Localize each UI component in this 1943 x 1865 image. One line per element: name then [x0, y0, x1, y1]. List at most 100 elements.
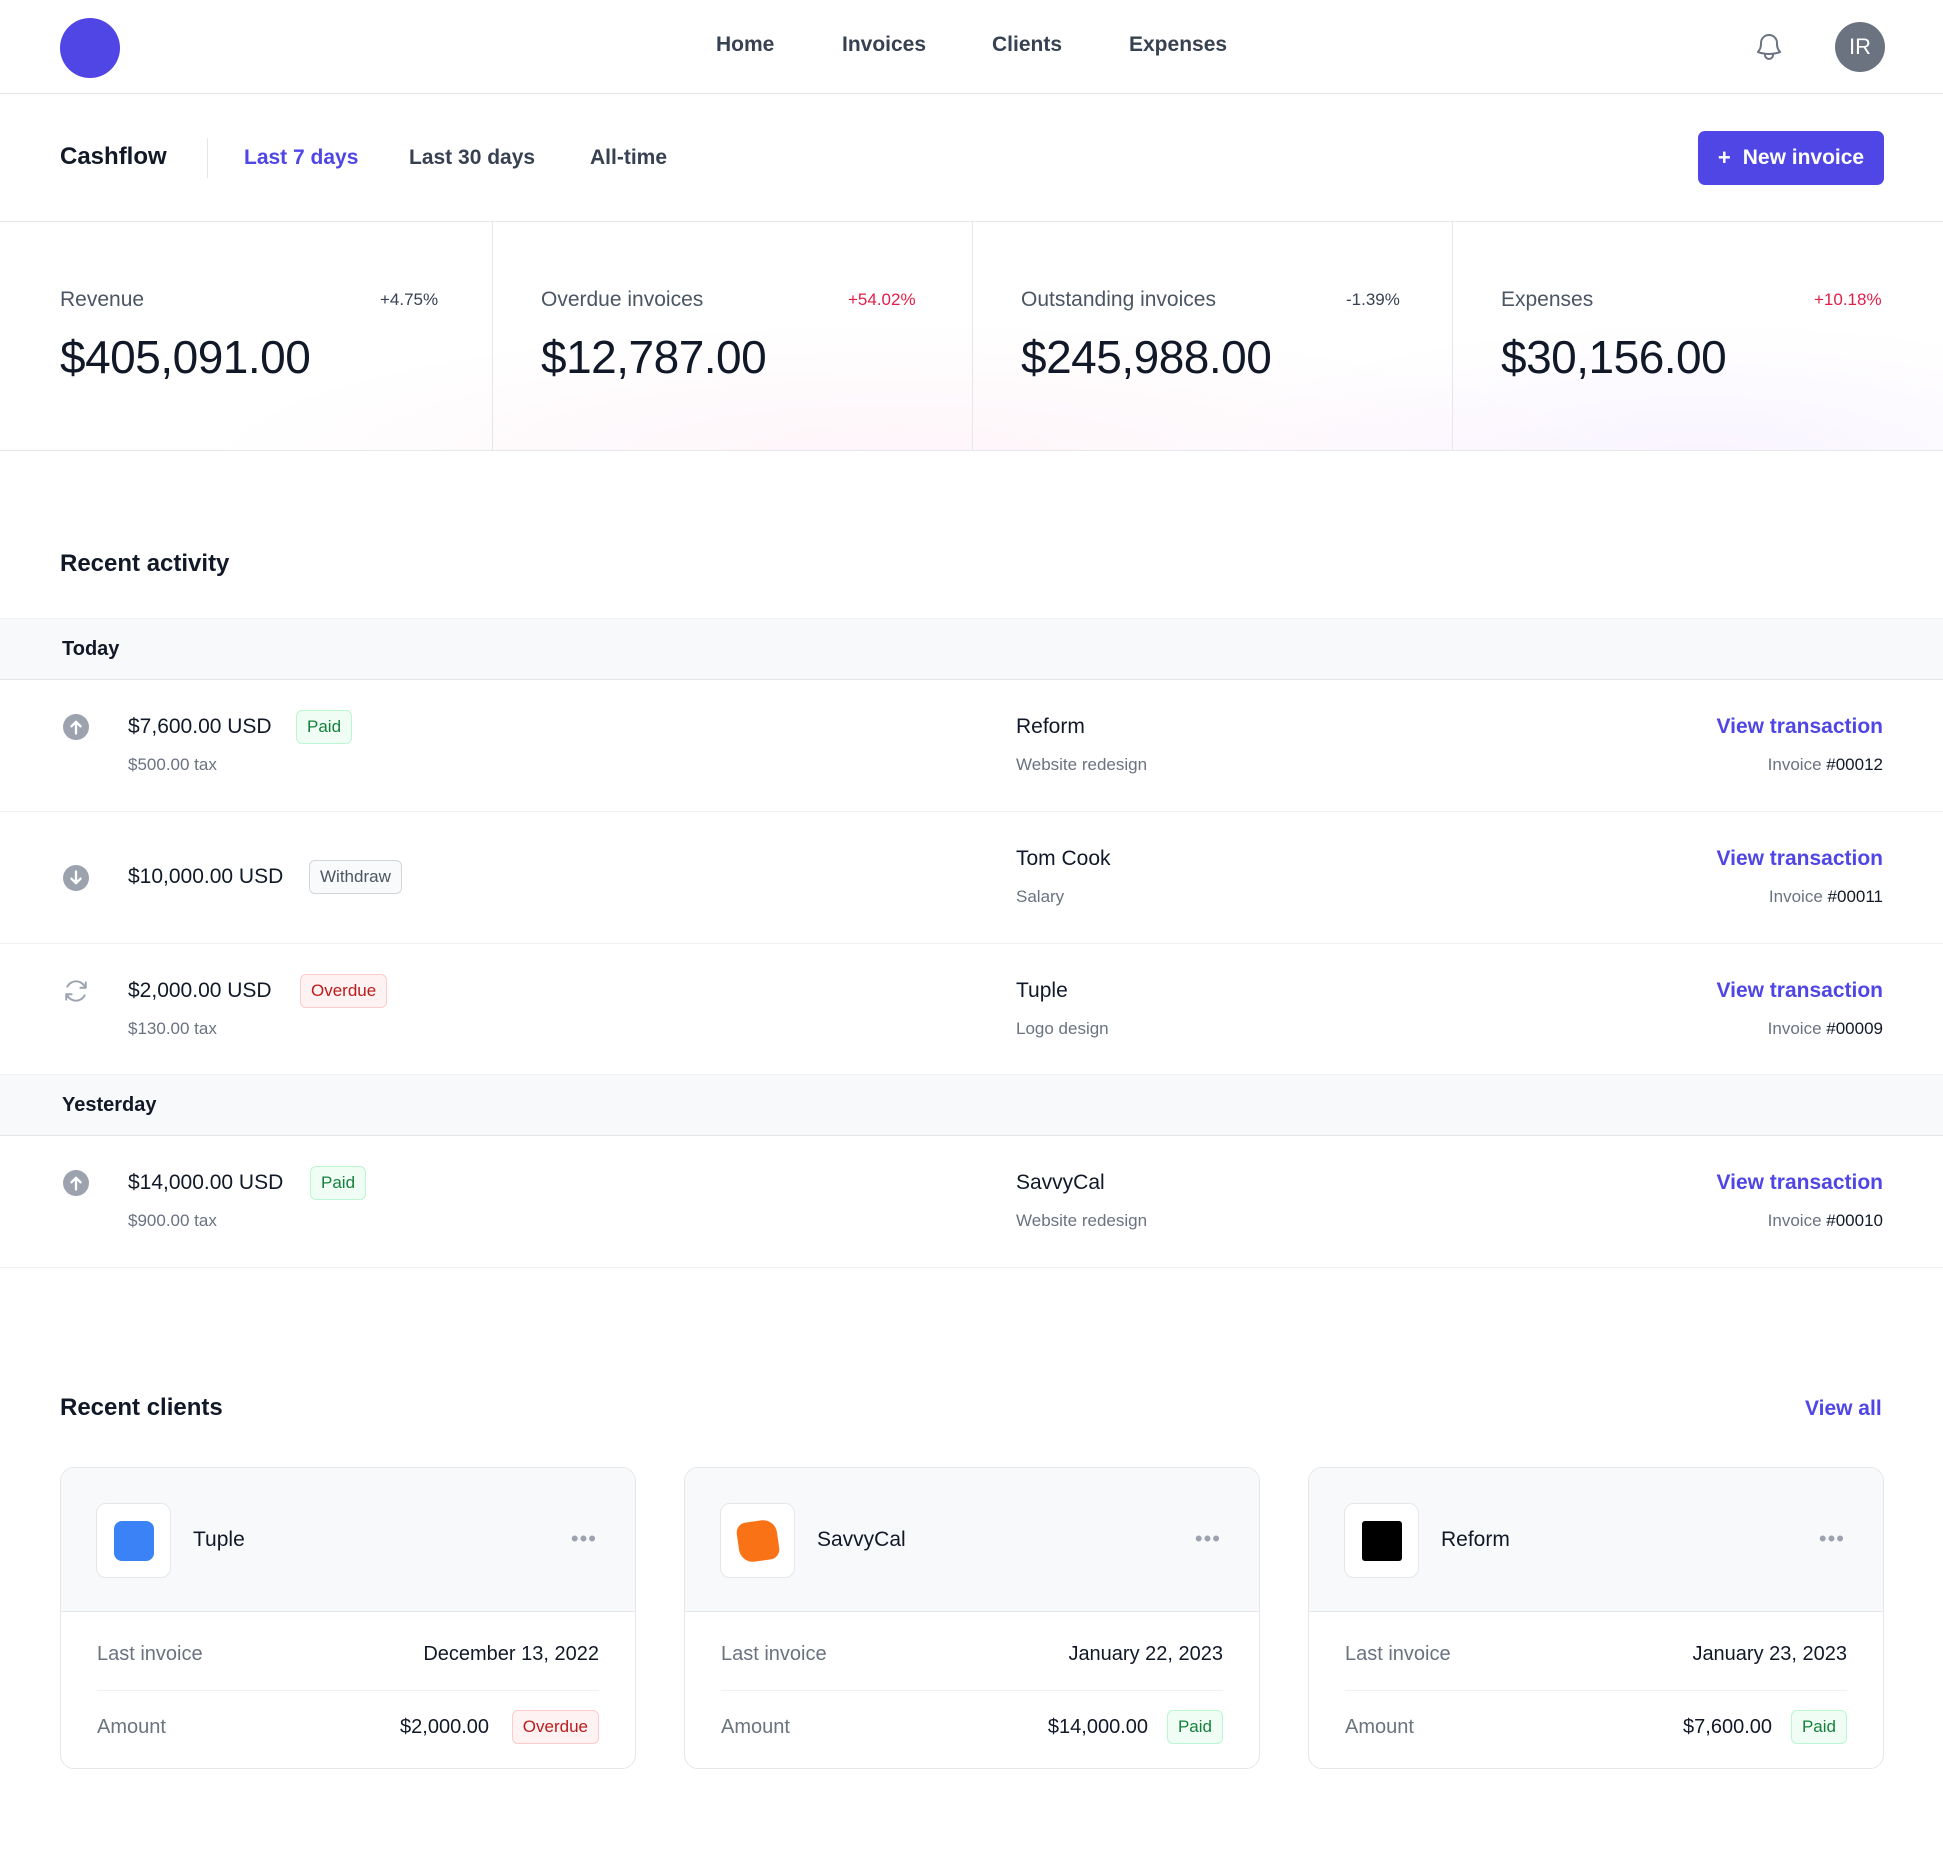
transaction-description: Logo design [1016, 1019, 1109, 1038]
client-name: Reform [1441, 1528, 1510, 1551]
last-invoice-label: Last invoice [721, 1643, 827, 1665]
top-navbar: Home Invoices Clients Expenses IR [0, 0, 1943, 94]
activity-row: $10,000.00 USD Withdraw Tom Cook Salary … [0, 812, 1943, 944]
nav-home[interactable]: Home [716, 33, 774, 57]
stat-label: Overdue invoices [541, 288, 704, 311]
amount-label: Amount [721, 1716, 790, 1738]
stat-expenses: Expenses +10.18% $30,156.00 [1501, 222, 1943, 451]
more-options-icon[interactable]: ••• [1195, 1526, 1221, 1552]
recent-clients-title: Recent clients [60, 1394, 223, 1421]
more-options-icon[interactable]: ••• [1819, 1526, 1845, 1552]
more-options-icon[interactable]: ••• [571, 1526, 597, 1552]
transaction-tax: $900.00 tax [128, 1211, 217, 1230]
client-logo [1344, 1503, 1419, 1578]
day-label: Yesterday [62, 1094, 157, 1116]
client-amount: $7,600.00 [1683, 1716, 1772, 1738]
invoice-label: Invoice [1767, 1019, 1822, 1038]
transaction-tax: $130.00 tax [128, 1019, 217, 1038]
status-badge: Overdue [300, 974, 388, 1008]
view-transaction-link[interactable]: View transaction [1716, 979, 1883, 1003]
nav-expenses[interactable]: Expenses [1129, 33, 1227, 57]
invoice-id: #00009 [1826, 1019, 1883, 1038]
client-card-header: SavvyCal ••• [685, 1468, 1259, 1612]
status-badge: Overdue [511, 1710, 599, 1744]
invoice-number: Invoice #00009 [1768, 1019, 1883, 1039]
stat-value: $245,988.00 [1021, 331, 1272, 383]
last-invoice-date: December 13, 2022 [423, 1643, 599, 1665]
amount-label: Amount [97, 1716, 166, 1738]
reform-logo-mark [1362, 1521, 1402, 1561]
view-transaction-link[interactable]: View transaction [1716, 847, 1883, 871]
period-all-time[interactable]: All-time [590, 146, 667, 170]
card-divider [1345, 1690, 1847, 1691]
amount-label: Amount [1345, 1716, 1414, 1738]
refresh-icon [65, 980, 87, 1002]
stat-divider [492, 222, 493, 451]
status-badge: Paid [296, 710, 353, 744]
transaction-amount: $7,600.00 USD [128, 715, 272, 738]
client-name: SavvyCal [1016, 1171, 1105, 1194]
tuple-logo-mark [114, 1521, 154, 1561]
status-badge: Withdraw [309, 860, 402, 894]
stat-divider [1452, 222, 1453, 451]
stat-value: $405,091.00 [60, 331, 311, 383]
activity-row: $14,000.00 USD Paid $900.00 tax SavvyCal… [0, 1136, 1943, 1268]
page-title: Cashflow [60, 143, 167, 170]
nav-clients[interactable]: Clients [992, 33, 1062, 57]
activity-row: $2,000.00 USD Overdue $130.00 tax Tuple … [0, 944, 1943, 1076]
nav-invoices[interactable]: Invoices [842, 33, 926, 57]
client-name: Tuple [1016, 979, 1068, 1002]
card-divider [721, 1690, 1223, 1691]
view-transaction-link[interactable]: View transaction [1716, 1171, 1883, 1195]
bell-icon[interactable] [1753, 30, 1785, 64]
last-invoice-date: January 22, 2023 [1068, 1643, 1223, 1665]
last-invoice-label: Last invoice [1345, 1643, 1451, 1665]
client-amount: $2,000.00 [400, 1716, 489, 1738]
new-invoice-label: New invoice [1742, 146, 1865, 169]
stat-change: +4.75% [380, 290, 439, 309]
transaction-amount: $2,000.00 USD [128, 979, 272, 1002]
arrow-up-circle-icon [63, 714, 89, 740]
stat-change: +54.02% [848, 290, 916, 309]
invoice-label: Invoice [1767, 1211, 1822, 1230]
period-last-30-days[interactable]: Last 30 days [409, 146, 535, 170]
activity-row: $7,600.00 USD Paid $500.00 tax Reform We… [0, 680, 1943, 812]
new-invoice-button[interactable]: + New invoice [1698, 131, 1884, 185]
plus-icon: + [1717, 145, 1731, 170]
user-avatar[interactable]: IR [1835, 22, 1885, 72]
day-header-yesterday: Yesterday [0, 1074, 1943, 1136]
transaction-tax: $500.00 tax [128, 755, 217, 774]
transaction-amount: $10,000.00 USD [128, 865, 284, 888]
invoice-number: Invoice #00012 [1768, 755, 1883, 775]
main-nav: Home Invoices Clients Expenses [0, 0, 1943, 94]
stats-panel: Revenue +4.75% $405,091.00 Overdue invoi… [0, 222, 1943, 451]
invoice-id: #00011 [1827, 887, 1883, 906]
view-transaction-link[interactable]: View transaction [1716, 715, 1883, 739]
client-card: Reform ••• Last invoice January 23, 2023… [1308, 1467, 1884, 1769]
stat-value: $12,787.00 [541, 331, 767, 383]
stat-value: $30,156.00 [1501, 331, 1727, 383]
view-all-link[interactable]: View all [1805, 1397, 1882, 1421]
invoice-number: Invoice #00011 [1769, 887, 1883, 907]
client-name: SavvyCal [817, 1528, 906, 1551]
period-last-7-days[interactable]: Last 7 days [244, 146, 358, 170]
stat-change: +10.18% [1814, 290, 1882, 309]
transaction-description: Website redesign [1016, 755, 1148, 774]
invoice-id: #00010 [1826, 1211, 1883, 1230]
client-card-header: Tuple ••• [61, 1468, 635, 1612]
client-card: Tuple ••• Last invoice December 13, 2022… [60, 1467, 636, 1769]
cashflow-header: Cashflow Last 7 days Last 30 days All-ti… [0, 95, 1943, 222]
client-logo [96, 1503, 171, 1578]
client-amount: $14,000.00 [1047, 1716, 1148, 1738]
stat-divider [972, 222, 973, 451]
client-card: SavvyCal ••• Last invoice January 22, 20… [684, 1467, 1260, 1769]
status-badge: Paid [1790, 1710, 1847, 1744]
day-label: Today [62, 638, 120, 660]
status-badge: Paid [310, 1166, 367, 1200]
client-card-header: Reform ••• [1309, 1468, 1883, 1612]
stat-label: Expenses [1501, 288, 1594, 311]
invoice-label: Invoice [1768, 887, 1823, 906]
stat-outstanding-invoices: Outstanding invoices -1.39% $245,988.00 [1021, 222, 1501, 451]
client-name: Tom Cook [1016, 847, 1111, 870]
invoice-label: Invoice [1767, 755, 1822, 774]
